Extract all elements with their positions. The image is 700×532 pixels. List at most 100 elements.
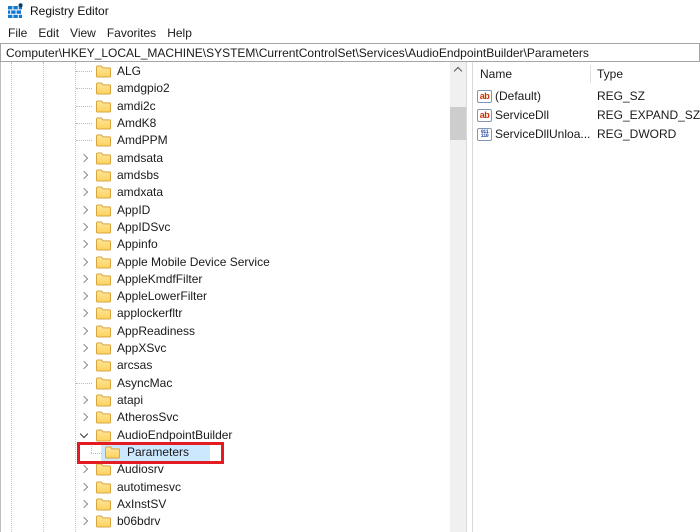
tree-item-amdgpio2[interactable]: amdgpio2: [1, 80, 450, 97]
tree-item-label: autotimesvc: [117, 479, 182, 494]
tree-vertical-scrollbar[interactable]: [450, 62, 466, 532]
folder-icon: [96, 429, 111, 442]
address-bar[interactable]: Computer\HKEY_LOCAL_MACHINE\SYSTEM\Curre…: [0, 43, 700, 62]
column-headers: Name Type: [473, 62, 700, 86]
tree-item-amdsbs[interactable]: amdsbs: [1, 167, 450, 184]
folder-icon: [96, 394, 111, 407]
tree-connector: [76, 105, 92, 107]
tree-item-label: b06bdrv: [117, 514, 161, 529]
registry-editor-app-icon: [7, 3, 23, 19]
tree-item-appreadiness[interactable]: AppReadiness: [1, 323, 450, 340]
tree-item-b06bdrv[interactable]: b06bdrv: [1, 513, 450, 530]
tree-item-label: applockerfltr: [117, 306, 183, 321]
values-pane: Name Type ab (Default) REG_SZ ab ServiceDll R…: [473, 62, 700, 532]
tree-item-label: Apple Mobile Device Service: [117, 254, 270, 269]
chevron-right-icon[interactable]: [79, 291, 89, 301]
tree-connector: [91, 444, 92, 454]
column-separator[interactable]: [590, 65, 591, 83]
chevron-right-icon[interactable]: [79, 257, 89, 266]
folder-icon: [96, 377, 111, 390]
tree-item-appidsvc[interactable]: AppIDSvc: [1, 219, 450, 236]
folder-icon: [96, 134, 111, 147]
chevron-right-icon[interactable]: [79, 482, 89, 491]
tree-item-label: AppXSvc: [117, 341, 167, 356]
chevron-right-icon[interactable]: [79, 239, 89, 249]
menu-file[interactable]: File: [8, 26, 27, 40]
column-header-type[interactable]: Type: [597, 62, 623, 86]
chevron-right-icon[interactable]: [79, 361, 89, 370]
scrollbar-up-button[interactable]: [450, 62, 466, 78]
tree-item-label: AppleKmdfFilter: [117, 271, 203, 286]
tree-connector: [76, 122, 92, 124]
tree-item-label: AppReadiness: [117, 323, 196, 338]
value-row-servicedllunloa[interactable]: 011 110 ServiceDllUnloa... REG_DWORD: [473, 125, 700, 144]
chevron-down-icon[interactable]: [79, 429, 89, 438]
tree-item-appid[interactable]: AppID: [1, 202, 450, 219]
value-type: REG_DWORD: [597, 127, 677, 141]
tree-item-label: atapi: [117, 393, 144, 408]
tree-item-atapi[interactable]: atapi: [1, 392, 450, 409]
tree-item-asyncmac[interactable]: AsyncMac: [1, 375, 450, 392]
tree-item-label: AtherosSvc: [117, 410, 179, 425]
tree-item-axinstsv[interactable]: AxInstSV: [1, 496, 450, 513]
chevron-right-icon[interactable]: [79, 170, 89, 180]
tree-item-applelowerfilter[interactable]: AppleLowerFilter: [1, 288, 450, 305]
chevron-right-icon[interactable]: [79, 187, 89, 197]
menu-favorites[interactable]: Favorites: [107, 26, 156, 40]
tree-item-amdk8[interactable]: AmdK8: [1, 115, 450, 132]
dword-value-icon: 011 110: [477, 127, 492, 141]
tree-item-audiosrv[interactable]: Audiosrv: [1, 461, 450, 478]
menu-edit[interactable]: Edit: [38, 26, 59, 40]
tree-item-amdppm[interactable]: AmdPPM: [1, 132, 450, 149]
chevron-right-icon[interactable]: [79, 517, 89, 526]
tree-item-amdxata[interactable]: amdxata: [1, 184, 450, 201]
value-name: ServiceDllUnloa...: [495, 127, 591, 141]
chevron-right-icon[interactable]: [79, 343, 89, 353]
tree-item-appinfo[interactable]: Appinfo: [1, 236, 450, 253]
tree-item-label: AppID: [117, 202, 151, 217]
folder-icon: [96, 100, 111, 113]
tree-item-label: AudioEndpointBuilder: [117, 427, 233, 442]
folder-icon: [96, 186, 111, 199]
menu-view[interactable]: View: [70, 26, 96, 40]
tree-item-label: AppIDSvc: [117, 219, 171, 234]
tree-item-audioendpointbuilder[interactable]: AudioEndpointBuilder: [1, 427, 450, 444]
tree-item-label: Audiosrv: [117, 462, 164, 477]
value-row-servicedll[interactable]: ab ServiceDll REG_EXPAND_SZ: [473, 106, 700, 125]
tree-item-parameters[interactable]: Parameters: [1, 441, 450, 464]
tree-item-apple-mobile-device-service[interactable]: Apple Mobile Device Service: [1, 254, 450, 271]
chevron-right-icon[interactable]: [79, 274, 89, 284]
tree-item-amdsata[interactable]: amdsata: [1, 150, 450, 167]
folder-icon: [96, 307, 111, 320]
menu-help[interactable]: Help: [167, 26, 192, 40]
chevron-right-icon[interactable]: [79, 222, 89, 232]
tree-item-autotimesvc[interactable]: autotimesvc: [1, 479, 450, 496]
chevron-right-icon[interactable]: [79, 153, 89, 162]
value-type: REG_EXPAND_SZ: [597, 108, 700, 122]
pane-splitter[interactable]: [466, 62, 473, 532]
tree-connector: [76, 140, 92, 142]
tree-item-atherossvc[interactable]: AtherosSvc: [1, 409, 450, 426]
tree-item-label: amdxata: [117, 185, 164, 200]
tree-item-label: ALG: [117, 64, 142, 78]
tree-item-applockerfltr[interactable]: applockerfltr: [1, 305, 450, 322]
chevron-right-icon[interactable]: [79, 413, 89, 422]
scrollbar-thumb[interactable]: [450, 107, 466, 140]
tree-item-alg[interactable]: ALG: [1, 63, 450, 80]
chevron-right-icon[interactable]: [79, 309, 89, 318]
tree-item-arcsas[interactable]: arcsas: [1, 357, 450, 374]
chevron-right-icon[interactable]: [79, 395, 89, 405]
tree-item-applekmdffilter[interactable]: AppleKmdfFilter: [1, 271, 450, 288]
chevron-right-icon[interactable]: [79, 465, 89, 474]
tree-item-label: Appinfo: [117, 237, 158, 252]
column-header-name[interactable]: Name: [480, 62, 512, 86]
value-row-default[interactable]: ab (Default) REG_SZ: [473, 87, 700, 106]
chevron-right-icon[interactable]: [79, 326, 89, 336]
tree-item-appxsvc[interactable]: AppXSvc: [1, 340, 450, 357]
chevron-right-icon[interactable]: [79, 499, 89, 509]
tree-item-amdi2c[interactable]: amdi2c: [1, 98, 450, 115]
tree-item-label: arcsas: [117, 358, 153, 373]
chevron-right-icon[interactable]: [79, 205, 89, 214]
tree-item-label: amdsbs: [117, 167, 160, 182]
tree-item-label: amdsata: [117, 150, 164, 165]
